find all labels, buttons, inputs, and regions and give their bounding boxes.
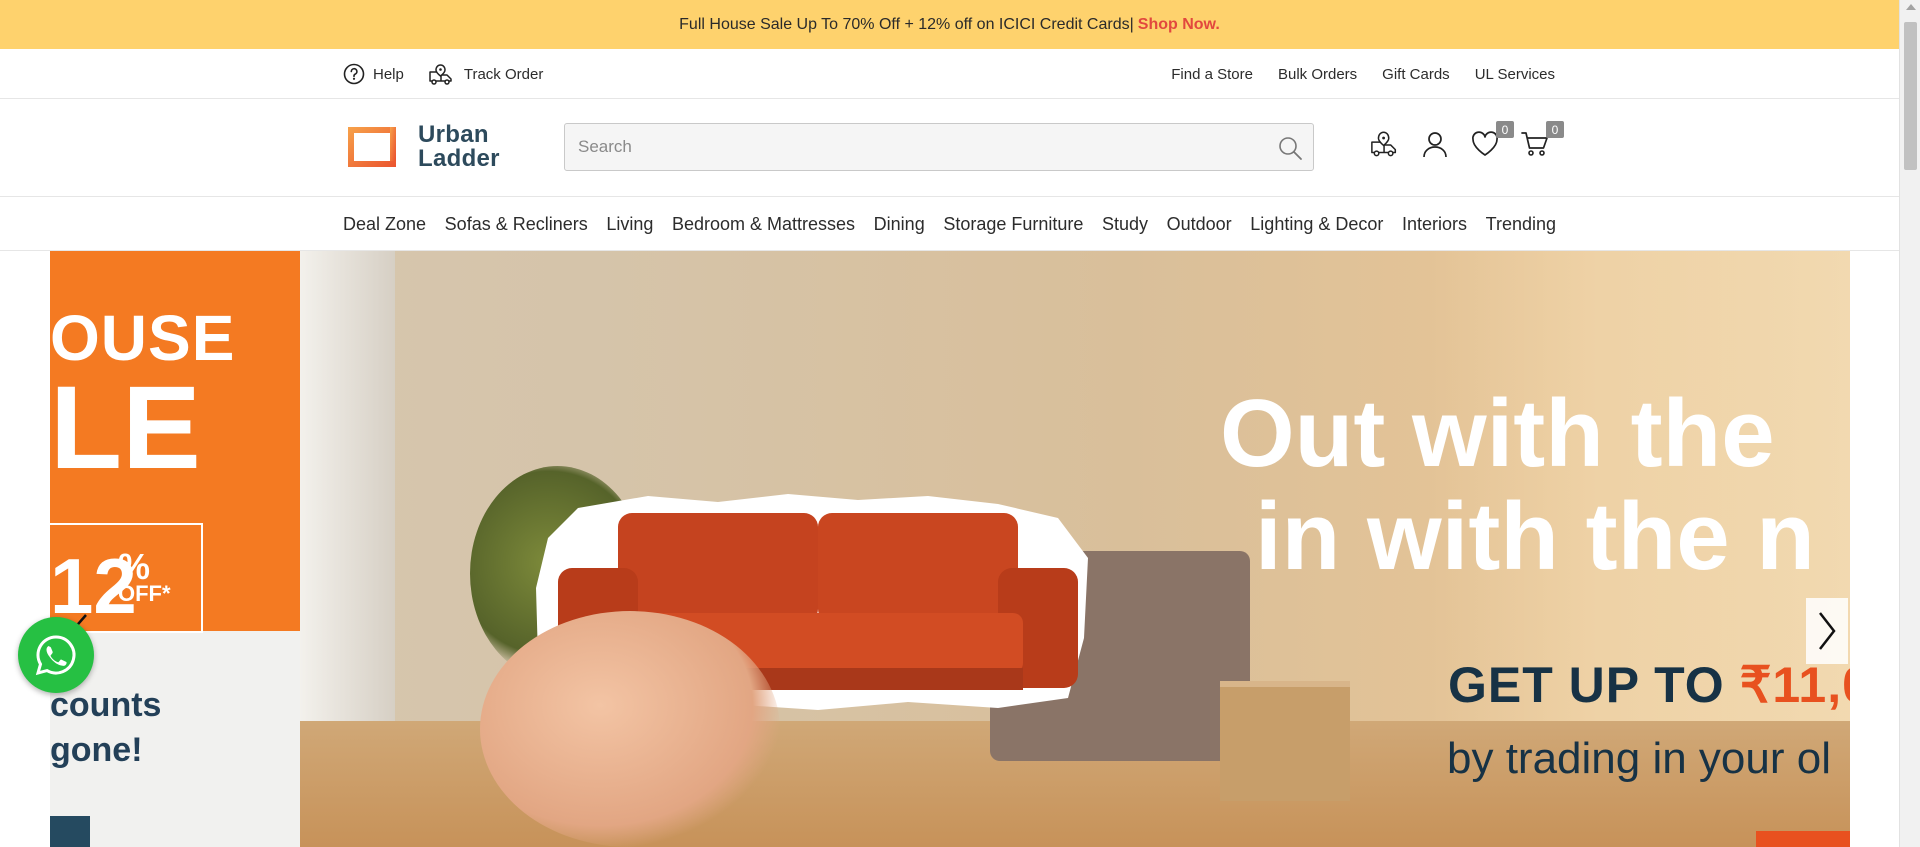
shop-now-link[interactable]: Shop Now. [1138, 16, 1220, 34]
chevron-right-icon [1819, 612, 1836, 650]
main-header: Urban Ladder 0 0 [0, 99, 1899, 197]
track-order-link[interactable]: Track Order [428, 62, 543, 86]
truck-location-icon [1371, 131, 1397, 157]
nav-item-trending[interactable]: Trending [1486, 214, 1556, 235]
nav-item-deal-zone[interactable]: Deal Zone [343, 214, 426, 235]
whatsapp-chat-button[interactable] [18, 617, 94, 693]
nav-item-study[interactable]: Study [1102, 214, 1148, 235]
hero-offer-prefix: GET UP TO [1448, 657, 1725, 713]
hero-carousel[interactable]: OUSE LE 12 % OFF* counts gone! Out with … [50, 251, 1850, 847]
logo-mark-icon [348, 127, 402, 167]
nav-item-lighting-decor[interactable]: Lighting & Decor [1250, 214, 1383, 235]
wishlist-count-badge: 0 [1496, 121, 1514, 138]
side-table-image [1220, 681, 1350, 801]
whatsapp-icon [35, 635, 76, 676]
ul-services-link[interactable]: UL Services [1475, 66, 1555, 83]
nav-item-storage-furniture[interactable]: Storage Furniture [943, 214, 1083, 235]
scroll-up-arrow-icon[interactable] [1906, 4, 1916, 10]
gift-cards-link[interactable]: Gift Cards [1382, 66, 1450, 83]
page-scrollbar[interactable] [1899, 0, 1920, 847]
utility-bar: Help Track Order Find a Store Bulk Order… [0, 49, 1899, 99]
cart-count-badge: 0 [1546, 121, 1564, 138]
nav-item-interiors[interactable]: Interiors [1402, 214, 1467, 235]
wishlist-button[interactable]: 0 [1470, 121, 1514, 159]
hero-cta-button[interactable] [1756, 831, 1850, 847]
nav-item-bedroom-mattresses[interactable]: Bedroom & Mattresses [672, 214, 855, 235]
search-box [564, 123, 1314, 171]
promo-text: Full House Sale Up To 70% Off + 12% off … [679, 15, 1134, 33]
previous-slide-peek: OUSE LE 12 % OFF* counts gone! [50, 251, 300, 847]
bulk-orders-link[interactable]: Bulk Orders [1278, 66, 1357, 83]
search-input[interactable] [565, 124, 1313, 170]
promo-banner[interactable]: Full House Sale Up To 70% Off + 12% off … [0, 0, 1899, 49]
search-icon[interactable] [1277, 135, 1303, 166]
truck-location-icon [429, 64, 452, 85]
cart-button[interactable]: 0 [1520, 121, 1564, 159]
user-icon [1423, 132, 1447, 158]
scrollbar-thumb[interactable] [1904, 22, 1917, 170]
logo-text-ladder: Ladder [418, 145, 500, 172]
track-order-label: Track Order [463, 65, 544, 83]
store-locator-button[interactable] [1370, 129, 1400, 159]
help-link[interactable]: Help [343, 63, 404, 85]
offer-off-label: OFF* [118, 581, 171, 606]
hero-headline-line2: in with the n [1255, 483, 1815, 590]
hero-offer-text: GET UP TO ₹11,0 [1448, 656, 1850, 714]
hero-subtext: by trading in your ol [1447, 734, 1831, 783]
account-button[interactable] [1420, 129, 1450, 159]
slide-peek-cta [50, 816, 90, 847]
hand-image [480, 611, 780, 847]
help-label: Help [373, 65, 404, 83]
nav-item-sofas-recliners[interactable]: Sofas & Recliners [445, 214, 588, 235]
urban-ladder-logo[interactable]: Urban Ladder [344, 123, 500, 171]
carousel-next-button[interactable] [1806, 598, 1848, 664]
slide-peek-gone-text: gone! [50, 731, 143, 769]
nav-item-outdoor[interactable]: Outdoor [1167, 214, 1232, 235]
nav-item-living[interactable]: Living [606, 214, 653, 235]
slide-peek-discounts-text: counts [50, 686, 162, 724]
logo-text-urban: Urban [418, 121, 489, 148]
hero-headline-line1: Out with the [1220, 380, 1775, 487]
slide-peek-house-text: OUSE [50, 302, 236, 374]
slide-peek-sale-text: LE [50, 362, 201, 494]
nav-item-dining[interactable]: Dining [874, 214, 925, 235]
hero-offer-amount: ₹11,0 [1739, 657, 1850, 713]
find-store-link[interactable]: Find a Store [1171, 66, 1253, 83]
category-nav: Deal Zone Sofas & Recliners Living Bedro… [0, 197, 1899, 251]
help-icon [343, 63, 365, 85]
